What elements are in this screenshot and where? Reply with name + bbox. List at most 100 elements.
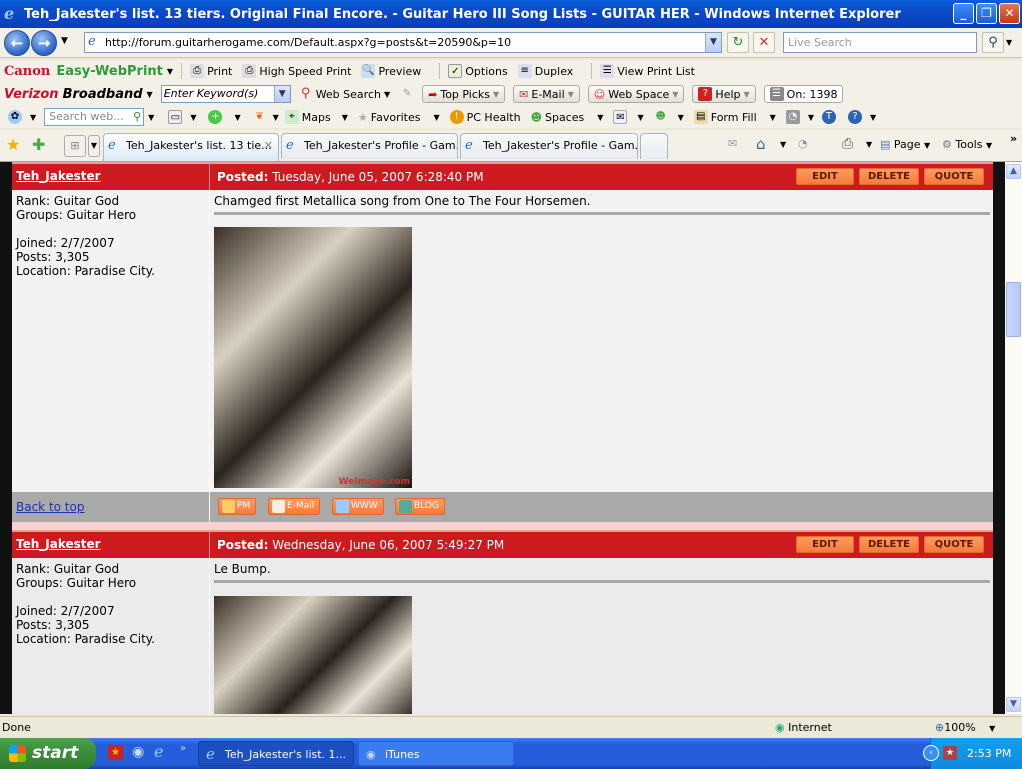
edit-button[interactable]: EDIT — [796, 168, 854, 185]
chevron-down-icon[interactable]: ▼ — [637, 113, 643, 122]
scroll-down-button[interactable]: ▼ — [1006, 697, 1021, 712]
chevron-down-icon[interactable]: ▼ — [866, 140, 872, 149]
post-author-link[interactable]: Teh_Jakester — [16, 169, 101, 183]
minimize-button[interactable]: _ — [953, 3, 974, 24]
window-icon[interactable]: ▭ — [168, 110, 183, 124]
www-button[interactable]: WWW — [332, 498, 384, 515]
broadband-menu[interactable]: Broadband — [63, 87, 143, 102]
high-speed-print-button[interactable]: ⎙ High Speed Print — [242, 64, 351, 78]
pm-button[interactable]: PM — [218, 498, 257, 515]
delete-button[interactable]: DELETE — [859, 168, 919, 185]
new-tab-button[interactable] — [640, 133, 668, 159]
live-search-input[interactable]: Live Search — [783, 32, 977, 53]
web-space-button[interactable]: ☺ Web Space ▼ — [587, 85, 685, 103]
page-menu[interactable]: ▤ Page ▼ — [880, 138, 930, 151]
chevron-down-icon[interactable]: ▼ — [190, 113, 196, 122]
favorites-button[interactable]: ★ Favorites ▼ — [358, 111, 440, 124]
back-to-top-link[interactable]: Back to top — [16, 500, 84, 514]
chevron-down-icon[interactable]: ▼ — [234, 113, 240, 122]
windows-live-icon[interactable]: ✿ — [8, 110, 22, 124]
url-dropdown-icon[interactable]: ▼ — [705, 33, 721, 52]
rss-icon[interactable]: ◔ — [785, 110, 800, 124]
show-hidden-icons-button[interactable]: ‹ — [923, 745, 939, 761]
tab-list-dropdown[interactable]: ▼ — [88, 135, 100, 157]
chevron-down-icon[interactable]: ▼ — [808, 113, 814, 122]
chevron-down-icon[interactable]: ▼ — [870, 113, 876, 122]
help-icon[interactable]: ? — [847, 110, 862, 124]
easy-webprint-menu[interactable]: Easy-WebPrint — [56, 64, 163, 79]
options-button[interactable]: ✓ Options — [448, 64, 508, 78]
task-ie[interactable]: e Teh_Jakester's list. 1... — [198, 741, 354, 766]
close-button[interactable]: ✕ — [999, 3, 1020, 24]
tray-app-icon[interactable]: ★ — [943, 746, 957, 760]
quicklaunch-star-icon[interactable]: ★ — [108, 745, 123, 760]
close-tab-icon[interactable]: ✕ — [264, 134, 273, 158]
zoom-level[interactable]: ⊕100% ▼ — [935, 717, 995, 740]
keyword-input[interactable]: Enter Keyword(s) ▼ — [160, 85, 291, 103]
restore-button[interactable]: ❐ — [976, 3, 997, 24]
add-icon[interactable]: + — [208, 110, 223, 124]
favorites-star-icon[interactable]: ★ — [6, 135, 20, 154]
read-mail-icon[interactable]: ✉ — [728, 137, 737, 150]
start-button[interactable]: start — [0, 738, 96, 769]
vertical-scrollbar[interactable]: ▲ ▼ — [1005, 162, 1022, 714]
feeds-icon[interactable]: ◔ — [798, 137, 808, 150]
delete-button[interactable]: DELETE — [859, 536, 919, 553]
print-icon[interactable]: ⎙ — [842, 136, 853, 152]
keyword-dropdown-icon[interactable]: ▼ — [273, 86, 290, 102]
chevron-down-icon[interactable]: ▼ — [273, 113, 279, 122]
help-button[interactable]: ? Help ▼ — [692, 85, 756, 103]
mail-icon[interactable]: ✉ — [613, 110, 628, 124]
msn-search-input[interactable]: Search web... ⚲ — [44, 108, 145, 126]
top-picks-button[interactable]: ➦ Top Picks ▼ — [422, 85, 506, 103]
quicklaunch-more-icon[interactable]: » — [180, 743, 186, 754]
chevron-down-icon[interactable]: ▼ — [678, 113, 684, 122]
chevron-down-icon[interactable]: ▼ — [780, 140, 786, 149]
email-button[interactable]: E-Mail — [268, 498, 321, 515]
tools-menu[interactable]: ⚙ Tools ▼ — [942, 138, 992, 151]
tab-0[interactable]: e Teh_Jakester's list. 13 tie... ✕ — [103, 133, 279, 161]
search-icon[interactable]: ⚲ — [133, 109, 141, 125]
duplex-button[interactable]: ≡ Duplex — [517, 64, 573, 78]
web-search-button[interactable]: ⚲ Web Search ▼ — [299, 87, 390, 101]
spaces-button[interactable]: ☻ Spaces ▼ — [531, 111, 604, 124]
scroll-up-button[interactable]: ▲ — [1006, 164, 1021, 179]
url-input[interactable]: e http://forum.guitarherogame.com/Defaul… — [84, 32, 722, 53]
add-favorite-icon[interactable]: ✚ — [32, 135, 45, 154]
ie-quicklaunch-icon[interactable]: e — [154, 742, 163, 761]
forward-button[interactable]: → — [31, 30, 57, 56]
windows-live-toolbar-icon[interactable]: T — [821, 110, 836, 124]
search-icon[interactable]: ⚲ — [982, 32, 1004, 53]
counter-badge[interactable]: ☰ On: 1398 — [763, 85, 844, 103]
more-commands-button[interactable]: » — [1010, 132, 1017, 145]
post-author-link[interactable]: Teh_Jakester — [16, 537, 101, 551]
task-itunes[interactable]: ◉ iTunes — [358, 741, 514, 766]
clock[interactable]: 2:53 PM — [967, 738, 1011, 769]
tab-2[interactable]: e Teh_Jakester's Profile - Gam... — [460, 133, 638, 159]
chevron-down-icon[interactable]: ▼ — [30, 113, 36, 122]
tab-1[interactable]: e Teh_Jakester's Profile - Gam... — [281, 133, 458, 159]
refresh-button[interactable]: ↻ — [727, 32, 749, 53]
blog-button[interactable]: BLOG — [395, 498, 445, 515]
email-button[interactable]: ✉ E-Mail ▼ — [513, 85, 580, 103]
home-icon[interactable]: ⌂ — [756, 135, 766, 153]
messenger-icon[interactable]: ☻ — [654, 110, 668, 124]
history-dropdown-icon[interactable]: ▼ — [61, 36, 68, 46]
quote-button[interactable]: QUOTE — [924, 536, 984, 553]
chevron-down-icon[interactable]: ▼ — [167, 67, 173, 76]
quote-button[interactable]: QUOTE — [924, 168, 984, 185]
chevron-down-icon[interactable]: ▼ — [148, 113, 154, 122]
view-print-list-button[interactable]: ☰ View Print List — [600, 64, 695, 78]
itunes-quicklaunch-icon[interactable]: ◉ — [132, 744, 144, 760]
msn-butterfly-icon[interactable]: ❦ — [253, 110, 267, 124]
maps-button[interactable]: ⌖ Maps ▼ — [284, 110, 348, 124]
search-options-icon[interactable]: ▼ — [1006, 38, 1012, 47]
pc-health-button[interactable]: ! PC Health — [449, 110, 521, 124]
scroll-thumb[interactable] — [1006, 282, 1021, 337]
quick-tabs-button[interactable]: ⊞ — [64, 135, 86, 157]
preview-button[interactable]: 🔍 Preview — [361, 64, 421, 78]
edit-button[interactable]: EDIT — [796, 536, 854, 553]
form-fill-button[interactable]: ▤ Form Fill ▼ — [693, 110, 776, 124]
chevron-down-icon[interactable]: ▼ — [147, 90, 153, 99]
stop-button[interactable]: ✕ — [753, 32, 775, 53]
